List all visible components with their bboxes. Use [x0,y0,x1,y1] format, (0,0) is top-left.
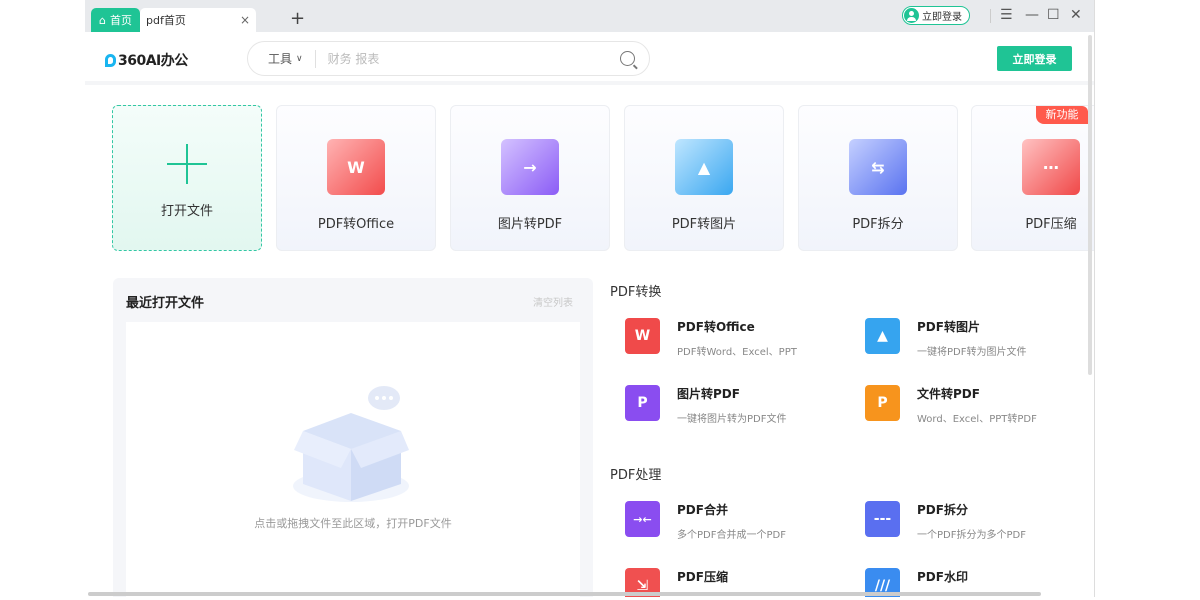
home-icon: ⌂ [99,13,106,27]
drop-zone[interactable]: 点击或拖拽文件至此区域，打开PDF文件 [126,322,580,597]
tab-home-label: 首页 [109,14,132,27]
empty-box-icon [293,386,409,502]
card-label: 图片转PDF [497,217,563,232]
pdf-split-icon: ⇆ [849,139,907,195]
pdf-compress-icon: ⋯ [1022,139,1080,195]
tool-pdf-to-office[interactable]: W PDF转Office PDF转Word、Excel、PPT [625,318,797,358]
pdf-compress-card[interactable]: 新功能 ⋯ PDF压缩 [971,105,1094,251]
new-feature-badge: 新功能 [1036,106,1088,124]
tool-pdf-split[interactable]: --- PDF拆分一个PDF拆分为多个PDF [865,501,1026,541]
card-label: PDF转图片 [671,217,737,232]
pdf-to-office-card[interactable]: W PDF转Office [276,105,436,251]
open-file-card[interactable]: 打开文件 [112,105,262,251]
header: 360AI办公 工具∨ 立即登录 [85,32,1094,85]
horizontal-scrollbar[interactable] [88,592,1041,596]
split-icon: --- [865,501,900,537]
logo: 360AI办公 [105,50,188,70]
vertical-scrollbar[interactable] [1088,35,1092,375]
merge-icon: →← [625,501,660,537]
recent-files-panel: 最近打开文件 清空列表 点击或拖拽文件至此区域，打开PDF文件 [113,278,593,597]
close-window-icon[interactable]: ✕ [1070,7,1082,23]
recent-title: 最近打开文件 [126,296,205,311]
section-title-process: PDF处理 [610,468,662,483]
tool-dropdown[interactable]: 工具 ∨ [268,50,303,67]
empty-hint: 点击或拖拽文件至此区域，打开PDF文件 [254,517,452,530]
minimize-icon[interactable]: — [1025,7,1039,23]
tool-file-to-pdf[interactable]: P 文件转PDF Word、Excel、PPT转PDF [865,385,1037,425]
tab-home[interactable]: ⌂ 首页 [91,8,140,32]
image-icon: ▲ [865,318,900,354]
section-title-convert: PDF转换 [610,285,662,300]
search-icon[interactable] [620,51,635,66]
tool-title: 文件转PDF [917,387,980,401]
tool-desc: PDF转Word、Excel、PPT [677,347,797,358]
logo-text: 360AI办公 [118,53,188,69]
close-tab-icon[interactable]: × [240,13,250,27]
pdf-to-image-card[interactable]: ▲ PDF转图片 [624,105,784,251]
tool-pdf-merge[interactable]: →← PDF合并多个PDF合并成一个PDF [625,501,786,541]
tool-title: PDF转图片 [917,320,980,334]
clear-list-button[interactable]: 清空列表 [533,294,573,309]
pdf-to-office-icon: W [327,139,385,195]
logo-mark-icon [105,53,116,67]
login-button[interactable]: 立即登录 [997,46,1072,71]
tool-title: PDF拆分 [917,503,968,517]
pdf-to-office-icon: W [625,318,660,354]
search-bar: 工具 ∨ [247,41,650,76]
pdf-split-card[interactable]: ⇆ PDF拆分 [798,105,958,251]
titlebar-login-label: 立即登录 [922,12,962,23]
tool-title: PDF压缩 [677,570,728,584]
divider [990,9,991,23]
tab-pdf-home[interactable]: pdf首页 × [140,8,256,32]
image-to-pdf-icon: P [625,385,660,421]
tool-desc: 一键将PDF转为图片文件 [917,347,1027,358]
tab-label: pdf首页 [146,14,186,27]
search-input[interactable] [327,51,620,66]
maximize-icon[interactable]: ☐ [1047,7,1060,23]
card-label: PDF压缩 [1025,217,1077,232]
card-label: PDF转Office [317,217,395,232]
tool-image-to-pdf[interactable]: P 图片转PDF 一键将图片转为PDF文件 [625,385,786,425]
tool-desc: 多个PDF合并成一个PDF [677,530,786,541]
app-window: ⌂首页 pdf首页 × + 立即登录 ☰ — ☐ ✕ 360AI办公 工具∨ 立即… [85,0,1095,597]
tool-title: PDF转Office [677,320,755,334]
card-label: PDF拆分 [852,217,904,232]
plus-icon [167,144,207,184]
new-tab-button[interactable]: + [290,8,305,29]
card-label: 打开文件 [160,204,213,219]
divider [314,49,316,68]
file-to-pdf-icon: P [865,385,900,421]
titlebar-login-button[interactable]: 立即登录 [902,6,970,25]
tool-desc: Word、Excel、PPT转PDF [917,414,1037,425]
user-icon [904,8,919,23]
image-to-pdf-card[interactable]: → 图片转PDF [450,105,610,251]
tool-title: 图片转PDF [677,387,740,401]
chevron-down-icon: ∨ [296,53,303,64]
image-to-pdf-icon: → [501,139,559,195]
tool-title: PDF合并 [677,503,728,517]
tab-bar: ⌂ 首页 pdf首页 × + 立即登录 ☰ — ☐ ✕ [85,0,1094,32]
tool-desc: 一个PDF拆分为多个PDF [917,530,1026,541]
pdf-to-image-icon: ▲ [675,139,733,195]
menu-icon[interactable]: ☰ [1000,7,1013,23]
tool-title: PDF水印 [917,570,968,584]
tool-desc: 一键将图片转为PDF文件 [677,414,787,425]
tool-label: 工具 [268,52,293,66]
tool-pdf-to-image[interactable]: ▲ PDF转图片一键将PDF转为图片文件 [865,318,1026,358]
